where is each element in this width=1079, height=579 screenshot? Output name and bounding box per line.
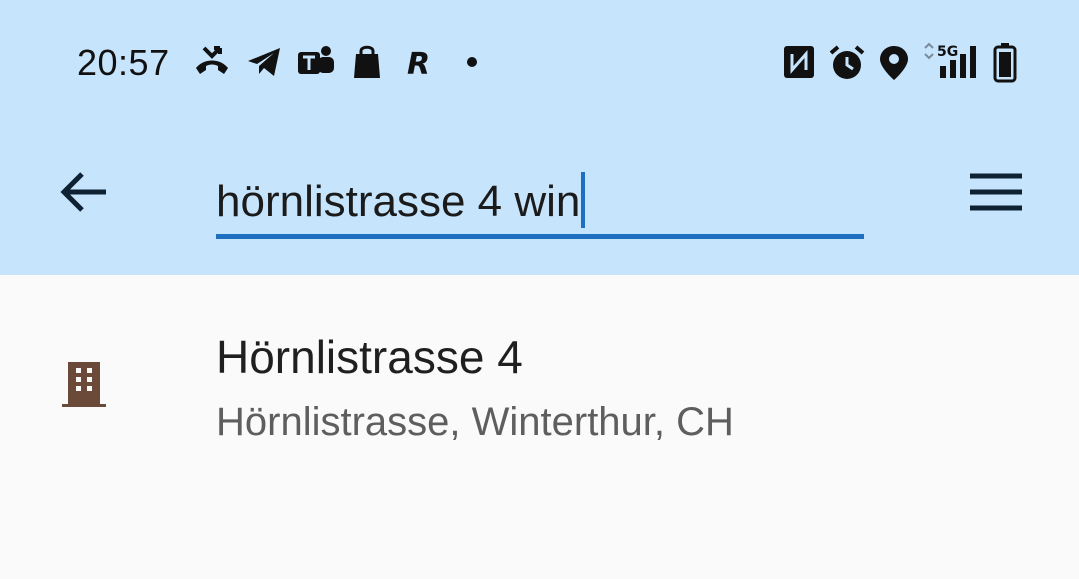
- hamburger-menu-icon: [970, 173, 1022, 211]
- svg-text:R: R: [407, 47, 430, 80]
- status-time: 20:57: [77, 42, 170, 83]
- telegram-icon: [246, 44, 282, 80]
- nfc-icon: [782, 44, 816, 80]
- missed-call-icon: [192, 44, 232, 80]
- search-input[interactable]: hörnlistrasse 4 win: [216, 154, 864, 239]
- search-underline: [216, 234, 864, 239]
- app-header: 20:57 R 5G hörnlistrasse 4 win: [0, 0, 1079, 275]
- alarm-icon: [828, 44, 866, 82]
- menu-button[interactable]: [964, 168, 1028, 216]
- building-icon: [60, 358, 108, 415]
- 5g-signal-icon: 5G: [922, 42, 986, 82]
- search-result-item[interactable]: Hörnlistrasse 4 Hörnlistrasse, Winterthu…: [0, 300, 1079, 460]
- search-query-text: hörnlistrasse 4 win: [216, 177, 581, 226]
- status-bar: 20:57 R 5G: [0, 30, 1079, 94]
- result-subtitle: Hörnlistrasse, Winterthur, CH: [216, 400, 734, 444]
- search-toolbar: hörnlistrasse 4 win: [0, 150, 1079, 240]
- shopping-bag-icon: [352, 44, 382, 80]
- result-title: Hörnlistrasse 4: [216, 331, 523, 383]
- network-type-label: 5G: [937, 44, 958, 60]
- location-icon: [878, 44, 910, 82]
- text-cursor: [581, 172, 586, 228]
- back-button[interactable]: [56, 164, 112, 220]
- teams-icon: [296, 44, 336, 80]
- dot-icon: [466, 56, 478, 68]
- battery-icon: [992, 42, 1018, 84]
- r-app-icon: R: [404, 44, 434, 80]
- arrow-left-icon: [60, 172, 106, 212]
